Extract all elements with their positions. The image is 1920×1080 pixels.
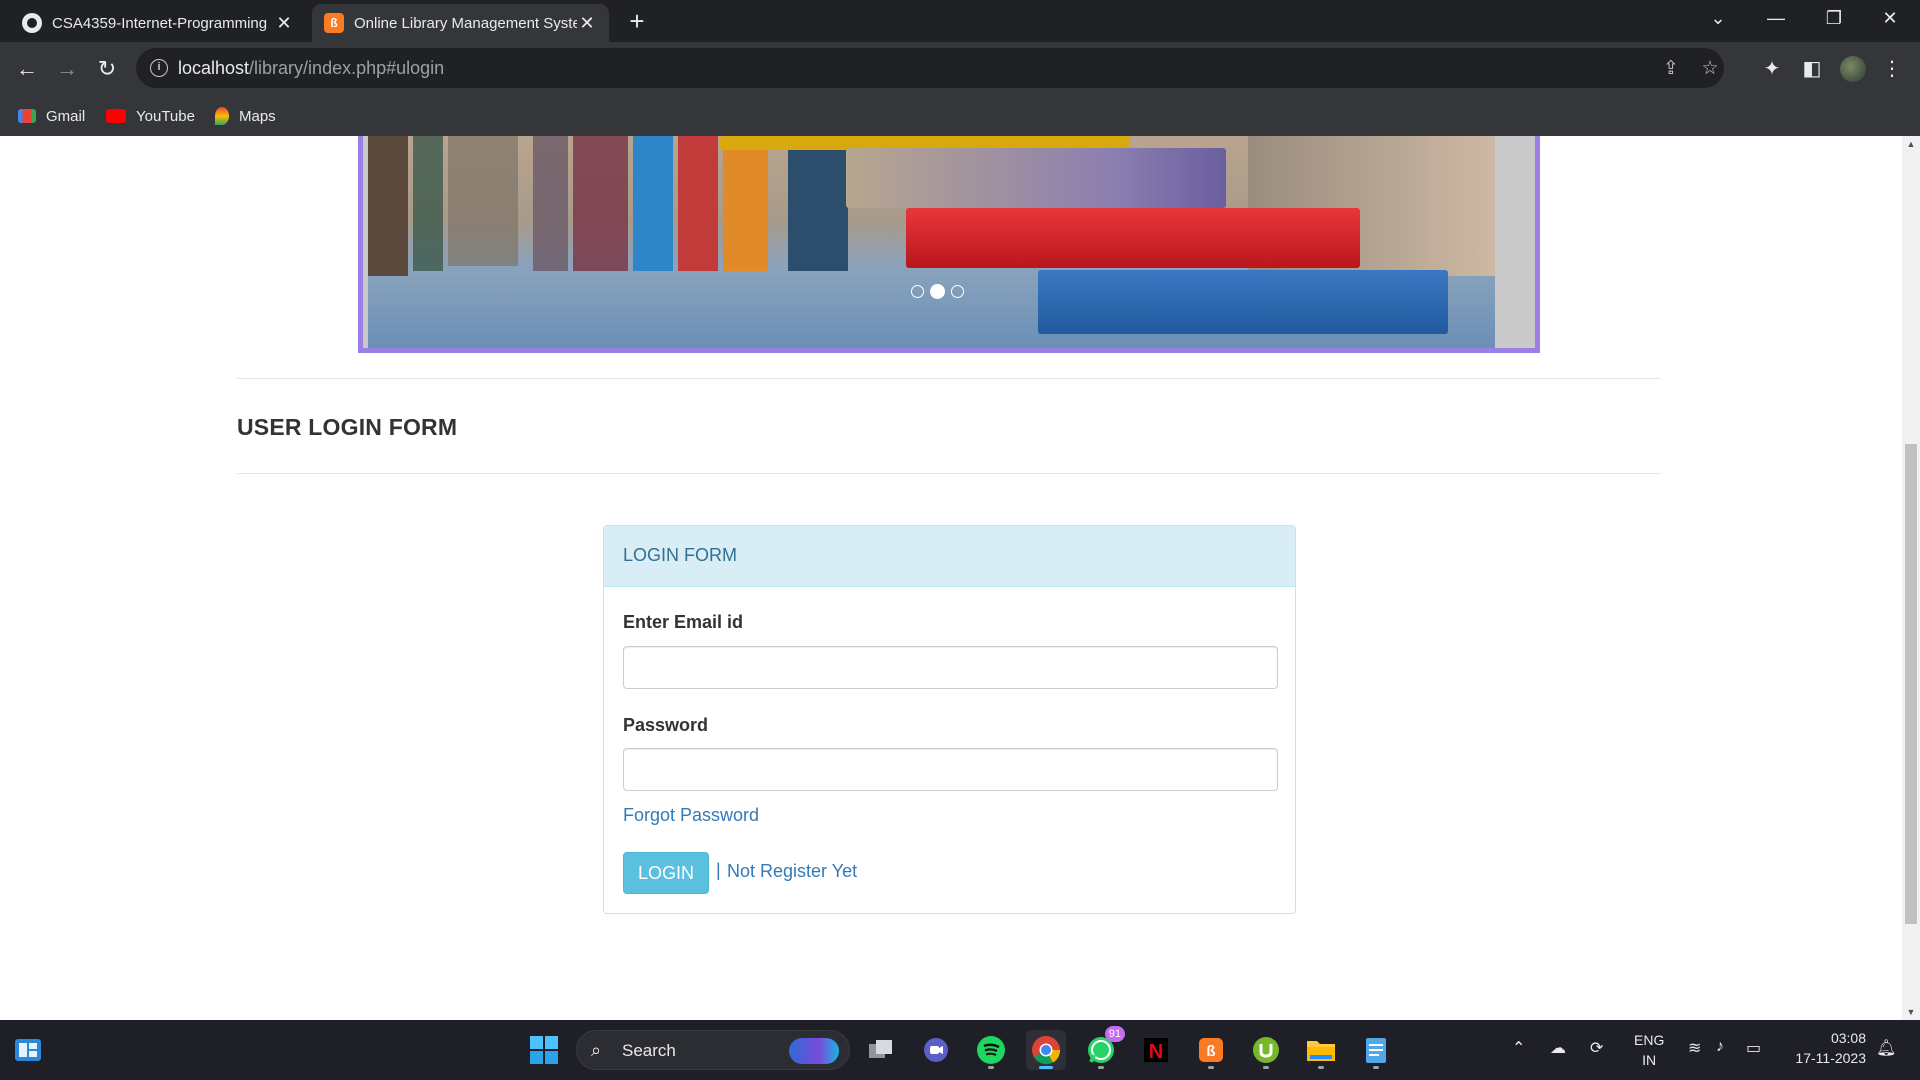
whatsapp-icon[interactable]: 91 (1081, 1026, 1125, 1070)
notepad-icon[interactable] (1356, 1030, 1396, 1070)
widgets-icon[interactable] (8, 1030, 48, 1070)
bookmark-label: YouTube (136, 107, 195, 125)
search-icon: ⌕ (591, 1040, 602, 1060)
carousel-indicators (911, 284, 964, 299)
xampp-icon[interactable]: ß (1191, 1030, 1231, 1070)
language-indicator[interactable]: ENG IN (1634, 1030, 1664, 1070)
forgot-password-link[interactable]: Forgot Password (623, 805, 759, 826)
spotify-icon[interactable] (971, 1030, 1011, 1070)
tab-search-chevron-icon[interactable]: ⌄ (1690, 0, 1746, 38)
password-field[interactable] (623, 748, 1278, 791)
carousel-books-image (368, 136, 1495, 348)
teams-chat-icon[interactable] (916, 1030, 956, 1070)
onedrive-icon[interactable]: ☁ (1550, 1038, 1566, 1058)
tab-github[interactable]: CSA4359-Internet-Programming ✕ (10, 4, 306, 42)
email-label: Enter Email id (623, 612, 744, 632)
clock-time: 03:08 (1830, 1030, 1866, 1046)
carousel-dot-1[interactable] (911, 285, 924, 298)
tray-overflow-chevron-icon[interactable]: ⌃ (1512, 1038, 1525, 1058)
window-close-button[interactable]: ✕ (1862, 0, 1918, 38)
site-info-icon[interactable]: i (150, 59, 168, 77)
address-bar[interactable]: i localhost/library/index.php#ulogin ⇪ ☆ (136, 48, 1724, 88)
language-code: ENG (1634, 1032, 1665, 1048)
gmail-icon (18, 109, 36, 123)
scroll-up-icon[interactable]: ▲ (1902, 136, 1920, 152)
link-separator: | (716, 860, 721, 880)
svg-text:N: N (1149, 1041, 1163, 1063)
login-button[interactable]: LOGIN (623, 852, 709, 894)
page-scrollbar[interactable]: ▲ ▼ (1902, 136, 1920, 1020)
side-panel-icon[interactable]: ◧ (1800, 57, 1824, 81)
start-windows-icon[interactable] (524, 1030, 564, 1070)
tab-title: CSA4359-Internet-Programming (52, 14, 268, 32)
github-icon (22, 13, 42, 33)
carousel-dot-3[interactable] (951, 285, 964, 298)
panel-heading: LOGIN FORM (604, 526, 1295, 587)
utorrent-icon[interactable] (1246, 1030, 1286, 1070)
register-link[interactable]: Not Register Yet (727, 861, 857, 882)
search-highlight-icon (789, 1038, 839, 1064)
svg-text:ß: ß (1206, 1043, 1215, 1060)
whatsapp-badge: 91 (1104, 1026, 1125, 1042)
url-text[interactable]: localhost/library/index.php#ulogin (178, 58, 444, 79)
reload-button[interactable]: ↻ (92, 54, 122, 84)
clock-date: 17-11-2023 (1795, 1050, 1866, 1066)
volume-icon[interactable]: ♪ (1716, 1038, 1724, 1056)
password-label: Password (623, 715, 709, 735)
carousel-dot-2[interactable] (930, 284, 945, 299)
share-icon[interactable]: ⇪ (1660, 58, 1682, 80)
bookmark-maps[interactable]: Maps (215, 104, 276, 128)
sync-icon[interactable]: ⟳ (1590, 1038, 1603, 1058)
page-title: USER LOGIN FORM (237, 414, 458, 440)
system-clock[interactable]: 03:08 17-11-2023 (1782, 1028, 1866, 1068)
region-code: IN (1642, 1052, 1657, 1068)
taskbar-search-box[interactable]: ⌕ Search (576, 1030, 850, 1070)
browser-tabstrip: CSA4359-Internet-Programming ✕ ß Online … (0, 0, 1920, 42)
login-panel: LOGIN FORM Enter Email id Password Forgo… (603, 525, 1296, 914)
wifi-icon[interactable]: ≋ (1688, 1038, 1701, 1058)
close-icon[interactable]: ✕ (274, 13, 294, 34)
bookmark-label: Maps (239, 107, 276, 125)
scrollbar-thumb[interactable] (1905, 444, 1917, 924)
bookmark-youtube[interactable]: YouTube (106, 104, 195, 128)
browser-toolbar: ← → ↻ i localhost/library/index.php#ulog… (0, 42, 1920, 96)
chrome-icon[interactable] (1026, 1030, 1066, 1070)
minimize-button[interactable]: — (1748, 0, 1804, 38)
bookmarks-bar: Gmail YouTube Maps (0, 96, 1920, 136)
xampp-icon: ß (324, 13, 344, 33)
netflix-icon[interactable]: N (1136, 1030, 1176, 1070)
notification-bell-icon[interactable]: 🔔︎ (1876, 1038, 1896, 1058)
profile-avatar[interactable] (1840, 56, 1866, 82)
new-tab-button[interactable]: + (622, 6, 652, 36)
bookmark-gmail[interactable]: Gmail (18, 104, 85, 128)
close-icon[interactable]: ✕ (577, 13, 597, 34)
divider (237, 378, 1661, 379)
battery-icon[interactable]: ▭ (1746, 1038, 1761, 1058)
back-button[interactable]: ← (12, 54, 42, 84)
image-carousel (358, 136, 1540, 353)
bookmark-star-icon[interactable]: ☆ (1699, 58, 1721, 80)
page-viewport: USER LOGIN FORM LOGIN FORM Enter Email i… (0, 136, 1902, 1020)
menu-kebab-icon[interactable]: ⋮ (1880, 57, 1904, 81)
bookmark-label: Gmail (46, 107, 86, 125)
maps-icon (215, 107, 229, 125)
extensions-icon[interactable]: ✦ (1760, 57, 1784, 81)
scroll-down-icon[interactable]: ▼ (1902, 1004, 1920, 1020)
file-explorer-icon[interactable] (1301, 1030, 1341, 1070)
restore-button[interactable]: ❐ (1806, 0, 1862, 38)
email-field[interactable] (623, 646, 1278, 689)
search-label: Search (622, 1041, 676, 1060)
tab-library[interactable]: ß Online Library Management System ✕ (312, 4, 609, 42)
forward-button[interactable]: → (52, 54, 82, 84)
tab-title: Online Library Management System (354, 14, 577, 32)
divider (237, 473, 1661, 474)
windows-taskbar: ⌕ Search 91 N ß ⌃ ☁ ⟳ ENG IN ≋ ♪ ▭ 03:08… (0, 1020, 1920, 1080)
task-view-icon[interactable] (861, 1030, 901, 1070)
youtube-icon (106, 109, 126, 123)
